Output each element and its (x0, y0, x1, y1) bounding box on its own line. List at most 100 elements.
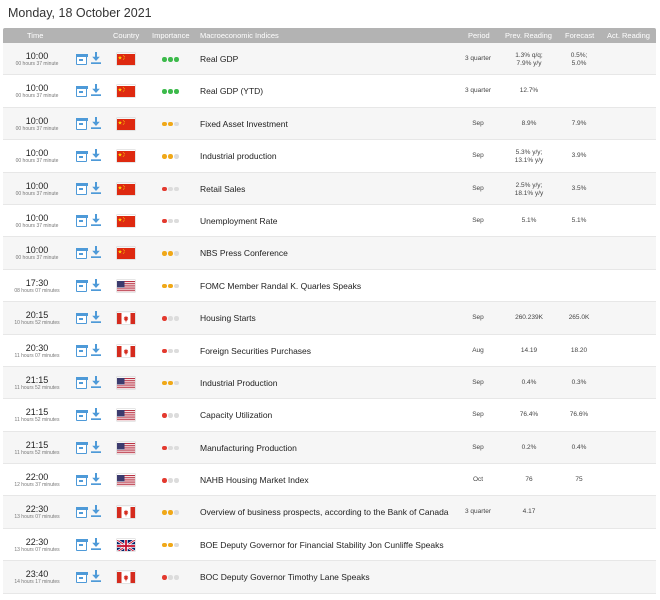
event-name[interactable]: Housing Starts (200, 302, 256, 334)
table-row[interactable]: 10:00 00 hours 37 minute NBS Press Confe… (3, 237, 656, 270)
download-icon[interactable] (90, 245, 102, 259)
prev-reading: 5.3% y/y; 13.1% y/y (500, 149, 558, 165)
prev-reading-line: 2.5% y/y; (515, 181, 543, 189)
col-forecast: Forecast (565, 31, 595, 40)
event-name[interactable]: BOE Deputy Governor for Financial Stabil… (200, 529, 444, 561)
download-icon[interactable] (90, 181, 102, 195)
table-row[interactable]: 10:00 00 hours 37 minute Real GDP (YTD) … (3, 75, 656, 108)
add-to-calendar-icon[interactable] (75, 150, 88, 163)
event-time: 22:30 13 hours 07 minutes (3, 537, 71, 554)
add-to-calendar-icon[interactable] (75, 409, 88, 422)
event-name[interactable]: Manufacturing Production (200, 432, 297, 464)
event-name[interactable]: Unemployment Rate (200, 205, 277, 237)
download-icon[interactable] (90, 83, 102, 97)
table-row[interactable]: 21:15 11 hours 52 minutes Manufacturing … (3, 431, 656, 465)
importance-dot (162, 510, 167, 515)
importance-dot (174, 218, 179, 224)
event-name[interactable]: Retail Sales (200, 173, 245, 205)
canada-flag-icon (117, 312, 135, 325)
download-icon[interactable] (90, 375, 102, 389)
importance-dot (162, 186, 167, 192)
download-icon[interactable] (90, 504, 102, 518)
time-value: 10:00 (25, 115, 49, 126)
download-icon[interactable] (90, 213, 102, 227)
add-to-calendar-icon[interactable] (75, 183, 88, 195)
table-row[interactable]: 20:15 10 hours 52 minutes Housing Starts… (3, 302, 656, 335)
prev-reading-line: 18.1% y/y (514, 189, 544, 197)
event-name[interactable]: NBS Press Conference (200, 237, 288, 269)
table-row[interactable]: 22:30 13 hours 07 minutes Overview of bu… (3, 496, 656, 529)
time-value: 10:00 (25, 51, 49, 61)
importance-dot (174, 186, 179, 192)
usa-flag-icon (117, 377, 135, 389)
importance-dot (162, 542, 167, 548)
download-icon[interactable] (90, 440, 102, 454)
event-name[interactable]: Foreign Securities Purchases (200, 335, 311, 367)
event-period: Sep (472, 378, 484, 386)
download-icon[interactable] (90, 407, 102, 421)
event-name[interactable]: Overview of business prospects, accordin… (200, 496, 449, 528)
event-name[interactable]: BOC Deputy Governor Timothy Lane Speaks (200, 561, 370, 593)
event-name[interactable]: Real GDP (YTD) (200, 75, 263, 107)
importance-dot (174, 89, 179, 94)
download-icon[interactable] (90, 472, 102, 486)
table-row[interactable]: 22:30 13 hours 07 minutes BOE Deputy Gov… (3, 528, 656, 562)
add-to-calendar-icon[interactable] (75, 53, 88, 65)
add-to-calendar-icon[interactable] (75, 442, 88, 454)
importance-dot (174, 575, 179, 580)
download-icon[interactable] (90, 310, 102, 324)
add-to-calendar-icon[interactable] (75, 280, 88, 292)
table-row[interactable]: 10:00 00 hours 37 minute Unemployment Ra… (3, 204, 656, 238)
event-name[interactable]: Industrial production (200, 140, 277, 172)
add-to-calendar-icon[interactable] (75, 215, 88, 227)
download-icon[interactable] (90, 569, 102, 583)
download-icon[interactable] (90, 116, 102, 130)
add-to-calendar-icon[interactable] (75, 345, 88, 357)
download-icon[interactable] (90, 343, 102, 357)
event-name[interactable]: FOMC Member Randal K. Quarles Speaks (200, 270, 361, 302)
add-to-calendar-icon[interactable] (75, 312, 88, 325)
china-flag-icon (117, 53, 135, 65)
download-icon[interactable] (90, 51, 102, 65)
china-flag-icon (117, 215, 135, 227)
prev-reading-line: 260.239K (515, 314, 543, 322)
table-row[interactable]: 10:00 00 hours 37 minute Real GDP 3 quar… (3, 43, 656, 76)
importance-dot (174, 251, 179, 256)
event-name[interactable]: NAHB Housing Market Index (200, 464, 309, 496)
event-name[interactable]: Fixed Asset Investment (200, 108, 288, 140)
time-value: 10:00 (25, 212, 49, 223)
table-row[interactable]: 10:00 00 hours 37 minute Industrial prod… (3, 140, 656, 173)
add-to-calendar-icon[interactable] (75, 506, 88, 519)
event-period: 3 quarter (464, 87, 492, 95)
add-to-calendar-icon[interactable] (75, 247, 88, 260)
add-to-calendar-icon[interactable] (75, 571, 88, 584)
table-row[interactable]: 21:15 11 hours 52 minutes Capacity Utili… (3, 399, 656, 432)
forecast: 0.5%; 5.0% (558, 52, 600, 68)
table-row[interactable]: 21:15 11 hours 52 minutes Industrial Pro… (3, 366, 656, 400)
download-icon[interactable] (90, 537, 102, 551)
event-name[interactable]: Industrial Production (200, 367, 278, 399)
importance-dot (168, 186, 173, 192)
add-to-calendar-icon[interactable] (75, 377, 88, 389)
table-row[interactable]: 17:30 08 hours 07 minutes FOMC Member Ra… (3, 269, 656, 303)
event-name[interactable]: Capacity Utilization (200, 399, 272, 431)
event-name[interactable]: Real GDP (200, 43, 238, 75)
importance-dot (174, 445, 179, 451)
table-row[interactable]: 10:00 00 hours 37 minute Retail Sales Se… (3, 172, 656, 205)
table-row[interactable]: 22:00 12 hours 37 minutes NAHB Housing M… (3, 464, 656, 497)
add-to-calendar-icon[interactable] (75, 539, 88, 551)
event-time: 10:00 00 hours 37 minute (3, 245, 71, 262)
download-icon[interactable] (90, 148, 102, 162)
add-to-calendar-icon[interactable] (75, 474, 88, 487)
table-row[interactable]: 10:00 00 hours 37 minute Fixed Asset Inv… (3, 107, 656, 141)
prev-reading-line: 5.1% (521, 216, 537, 224)
countdown: 00 hours 37 minute (15, 93, 59, 100)
table-row[interactable]: 23:40 14 hours 17 minutes BOC Deputy Gov… (3, 561, 656, 594)
prev-reading-line: 0.2% (521, 443, 537, 451)
download-icon[interactable] (90, 278, 102, 292)
prev-reading: 1.3% q/q; 7.9% y/y (500, 52, 558, 68)
table-row[interactable]: 20:30 11 hours 07 minutes Foreign Securi… (3, 334, 656, 367)
add-to-calendar-icon[interactable] (75, 85, 88, 98)
add-to-calendar-icon[interactable] (75, 118, 88, 130)
prev-reading: 0.4% (500, 367, 558, 399)
